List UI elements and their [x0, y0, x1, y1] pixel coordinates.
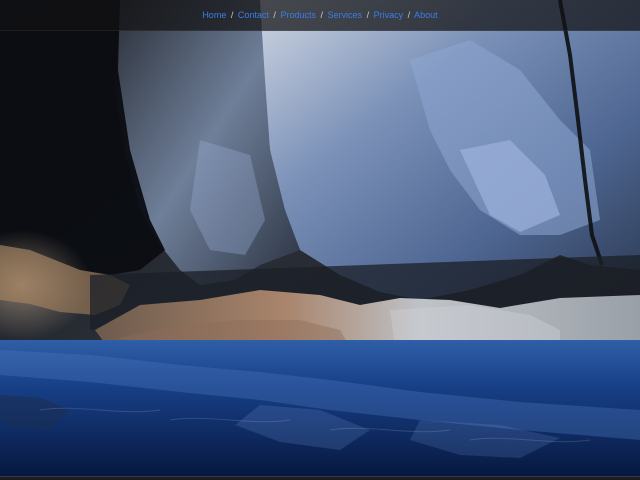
nav-products-link[interactable]: Products [280, 10, 316, 20]
nav-contact-link[interactable]: Contact [238, 10, 269, 20]
cave-photo [0, 0, 640, 480]
nav-separator: / [366, 10, 370, 20]
nav-home-link[interactable]: Home [202, 10, 226, 20]
nav-separator: / [320, 10, 324, 20]
nav-privacy-link[interactable]: Privacy [374, 10, 404, 20]
page: Home / Contact / Products / Services / P… [0, 0, 640, 480]
nav-about-link[interactable]: About [414, 10, 438, 20]
nav-services-link[interactable]: Services [328, 10, 363, 20]
bottom-strip [0, 476, 640, 480]
breadcrumb-nav: Home / Contact / Products / Services / P… [0, 9, 640, 21]
nav-separator: / [273, 10, 276, 20]
nav-separator: / [407, 10, 411, 20]
top-navigation-bar: Home / Contact / Products / Services / P… [0, 0, 640, 31]
nav-separator: / [230, 10, 234, 20]
